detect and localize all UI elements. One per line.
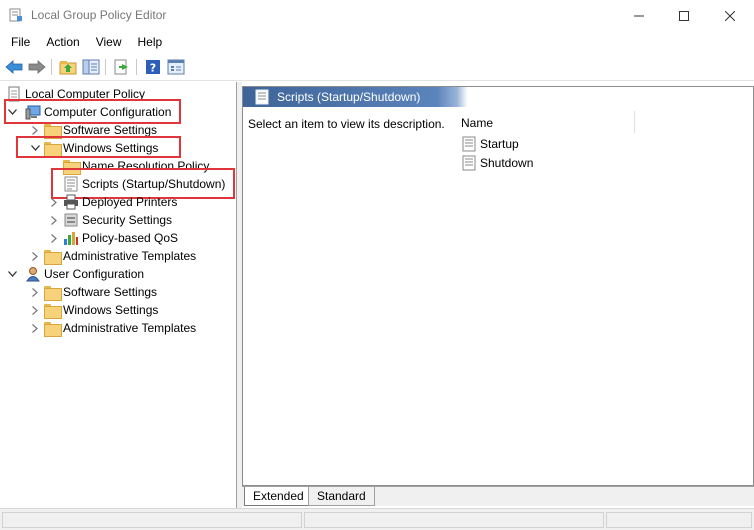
view-tabs: Extended Standard [242,486,754,506]
title-bar: Local Group Policy Editor [0,0,754,31]
svg-text:?: ? [150,62,156,75]
list-item-shutdown[interactable]: Shutdown [461,154,533,172]
forward-icon [28,60,46,74]
expand-toggle[interactable] [48,193,60,211]
tree-node-user-configuration[interactable]: User Configuration [25,265,144,283]
tree-label: Security Settings [82,213,173,227]
minimize-icon [634,15,644,16]
column-divider[interactable] [634,111,635,133]
highlight-box [16,136,181,158]
show-hide-tree-button[interactable] [81,57,101,77]
close-icon [725,10,735,21]
expand-toggle[interactable] [29,247,41,265]
status-cell [304,512,604,528]
chevron-right-icon [51,233,57,243]
tree-node-user-software-settings[interactable]: Software Settings [44,283,157,301]
folder-icon [44,123,62,139]
tree-label: Policy-based QoS [82,231,179,245]
tree-node-user-windows-settings[interactable]: Windows Settings [44,301,158,319]
menu-bar: File Action View Help [0,31,754,53]
menu-file[interactable]: File [3,33,38,51]
back-icon [5,60,23,74]
expand-toggle[interactable] [48,211,60,229]
bar-chart-icon [64,232,78,245]
menu-action[interactable]: Action [38,33,87,51]
chevron-right-icon [51,215,57,225]
close-button[interactable] [707,0,753,31]
script-icon [462,155,476,171]
script-icon [255,89,269,105]
tree-node-deployed-printers[interactable]: Deployed Printers [63,193,177,211]
export-list-icon [114,59,128,75]
tree-label: User Configuration [44,267,145,281]
forward-button[interactable] [27,57,47,77]
group-policy-app-icon [9,8,22,22]
status-bar [0,508,754,530]
chevron-right-icon [32,125,38,135]
tab-extended[interactable]: Extended [244,487,313,506]
chevron-right-icon [32,251,38,261]
properties-icon [167,59,185,75]
folder-icon [44,303,62,319]
maximize-icon [679,10,689,21]
collapse-toggle[interactable] [6,265,18,283]
tree-label: Administrative Templates [63,249,197,263]
expand-toggle[interactable] [29,283,41,301]
tree-node-policy-based-qos[interactable]: Policy-based QoS [63,229,178,247]
folder-icon [44,285,62,301]
properties-button[interactable] [166,57,186,77]
status-cell [2,512,302,528]
toolbar-separator [136,59,137,75]
expand-toggle[interactable] [48,229,60,247]
toolbar: ? [0,53,754,81]
up-folder-button[interactable] [58,57,78,77]
up-folder-icon [59,61,77,75]
chevron-down-icon [7,271,17,277]
export-list-button[interactable] [112,57,132,77]
maximize-button[interactable] [661,0,707,31]
tree-node-administrative-templates[interactable]: Administrative Templates [44,247,196,265]
details-header-title: Scripts (Startup/Shutdown) [277,90,421,104]
expand-toggle[interactable] [29,301,41,319]
chevron-right-icon [51,197,57,207]
show-hide-tree-icon [82,59,100,75]
list-item-label: Shutdown [480,156,534,170]
user-icon [26,267,40,282]
minimize-button[interactable] [616,0,662,31]
tree-label: Windows Settings [63,303,159,317]
window-title: Local Group Policy Editor [31,8,167,22]
chevron-right-icon [32,287,38,297]
chevron-right-icon [32,323,38,333]
toolbar-separator [51,59,52,75]
expand-toggle[interactable] [29,319,41,337]
tree-node-user-administrative-templates[interactable]: Administrative Templates [44,319,196,337]
tree-node-security-settings[interactable]: Security Settings [63,211,172,229]
status-cell [606,512,752,528]
console-tree: Local Computer Policy Computer Configura… [0,82,237,512]
list-item-label: Startup [480,137,519,151]
chevron-right-icon [32,305,38,315]
printer-icon [64,194,78,210]
help-button[interactable]: ? [143,57,163,77]
tree-label: Deployed Printers [82,195,178,209]
toolbar-separator [105,59,106,75]
column-header-name[interactable]: Name [461,116,493,130]
details-pane: Scripts (Startup/Shutdown) Select an ite… [242,86,754,486]
menu-view[interactable]: View [88,33,130,51]
details-header: Scripts (Startup/Shutdown) [243,87,753,107]
folder-icon [44,321,62,337]
help-icon: ? [146,60,160,75]
menu-help[interactable]: Help [130,33,171,51]
description-text: Select an item to view its description. [248,117,445,131]
list-item-startup[interactable]: Startup [461,135,519,153]
script-icon [462,136,476,152]
tab-standard[interactable]: Standard [308,487,375,506]
tree-label: Administrative Templates [63,321,197,335]
tree-label: Software Settings [63,285,158,299]
back-button[interactable] [4,57,24,77]
folder-icon [44,249,62,265]
security-icon [64,213,78,227]
